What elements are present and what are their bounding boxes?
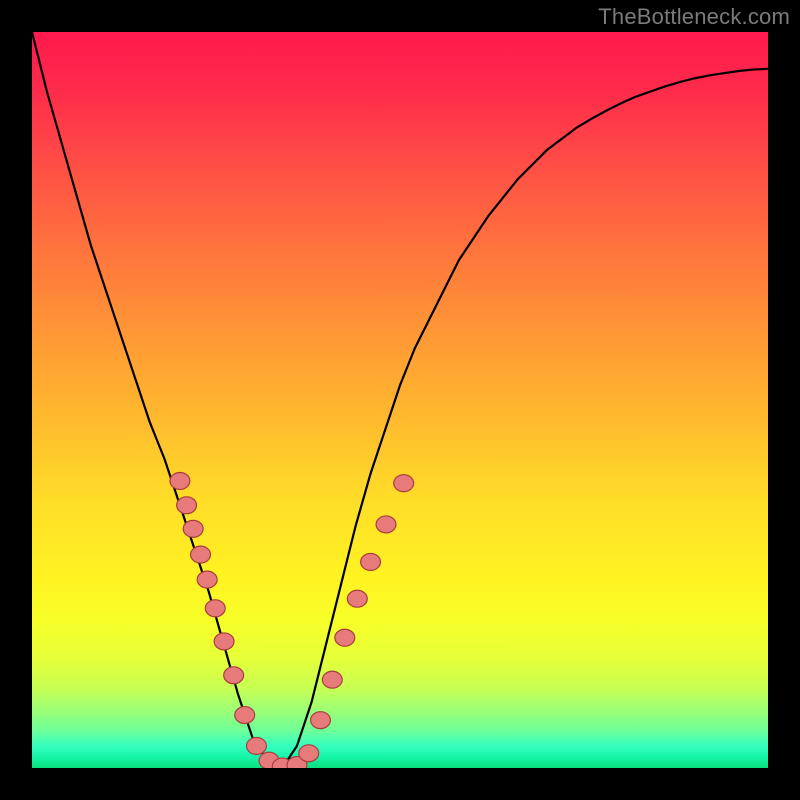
marker-right-6	[361, 553, 381, 570]
marker-left-5	[205, 600, 225, 617]
marker-left-6	[214, 633, 234, 650]
marker-right-7	[376, 516, 396, 533]
marker-right-1	[299, 745, 319, 762]
marker-right-4	[335, 629, 355, 646]
marker-left-2	[183, 520, 203, 537]
marker-left-7	[224, 667, 244, 684]
marker-right-5	[347, 590, 367, 607]
marker-left-0	[170, 473, 190, 490]
marker-left-9	[247, 737, 267, 754]
chart-frame: TheBottleneck.com	[0, 0, 800, 800]
marker-right-2	[311, 712, 331, 729]
marker-left-3	[191, 546, 211, 563]
right-branch-curve	[282, 69, 768, 768]
marker-left-4	[197, 571, 217, 588]
marker-left-1	[177, 497, 197, 514]
marker-right-8	[394, 475, 414, 492]
marker-left-8	[235, 707, 255, 724]
watermark-text: TheBottleneck.com	[598, 4, 790, 30]
chart-svg	[32, 32, 768, 768]
marker-right-3	[322, 671, 342, 688]
data-markers	[170, 473, 414, 769]
left-branch-curve	[32, 32, 282, 768]
plot-area	[32, 32, 768, 768]
